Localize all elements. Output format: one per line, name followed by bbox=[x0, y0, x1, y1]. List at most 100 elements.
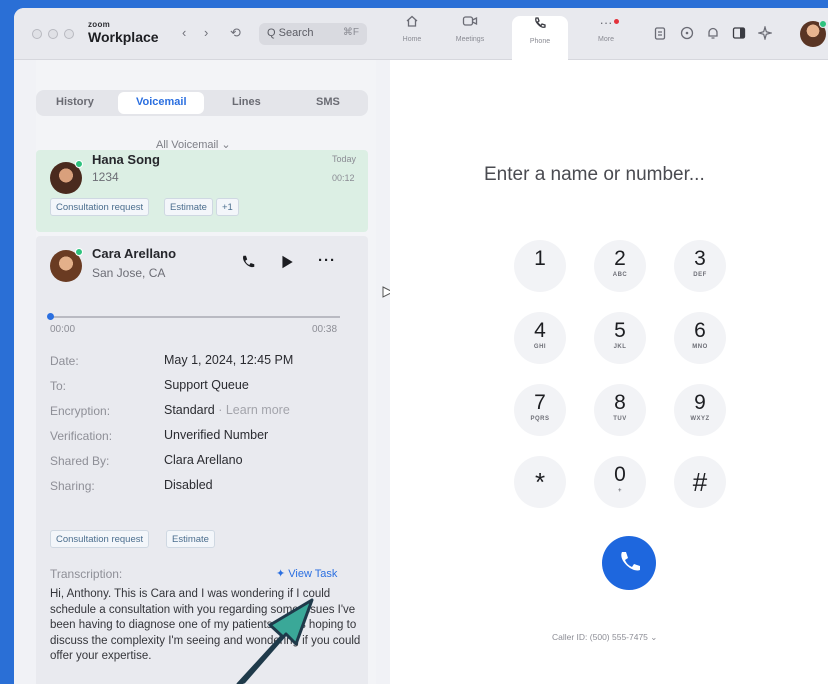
tab-meetings-label: Meetings bbox=[455, 36, 485, 43]
brand-logo: zoom Workplace bbox=[88, 20, 159, 45]
detail-value-sharing: Disabled bbox=[164, 478, 213, 492]
dial-key-hash[interactable]: # bbox=[674, 456, 726, 508]
back-icon[interactable]: ‹ bbox=[182, 25, 186, 40]
dial-key-digit: 5 bbox=[614, 319, 626, 342]
playback-progress-slider[interactable] bbox=[47, 313, 340, 320]
avatar bbox=[50, 248, 83, 282]
bell-icon[interactable] bbox=[706, 26, 720, 43]
sparkle-icon[interactable] bbox=[756, 24, 774, 43]
brand-small-text: zoom bbox=[88, 20, 111, 29]
help-icon[interactable] bbox=[680, 26, 694, 43]
tab-history[interactable]: History bbox=[56, 96, 94, 108]
dial-key-digit: 4 bbox=[534, 319, 546, 342]
dial-key-7[interactable]: 7 PQRS bbox=[514, 384, 566, 436]
dial-key-4[interactable]: 4 GHI bbox=[514, 312, 566, 364]
detail-value-shared-by: Clara Arellano bbox=[164, 453, 243, 467]
dial-key-star[interactable]: * bbox=[514, 456, 566, 508]
dial-key-digit: 3 bbox=[694, 247, 706, 270]
profile-avatar[interactable] bbox=[800, 20, 827, 47]
search-placeholder: Q Search bbox=[267, 27, 314, 39]
dial-key-8[interactable]: 8 TUV bbox=[594, 384, 646, 436]
forward-icon[interactable]: › bbox=[204, 25, 208, 40]
app-window: zoom Workplace ‹ › ⟲ Q Search ⌘F Home Me… bbox=[14, 8, 828, 684]
dial-key-digit: 8 bbox=[614, 391, 626, 414]
search-shortcut: ⌘F bbox=[342, 27, 359, 38]
encryption-value: Standard bbox=[164, 403, 215, 417]
dial-key-9[interactable]: 9 WXYZ bbox=[674, 384, 726, 436]
dial-key-letters: + bbox=[617, 488, 622, 494]
dial-key-1[interactable]: 1 bbox=[514, 240, 566, 292]
voicemail-item[interactable]: Hana Song 1234 Today 00:12 Consultation … bbox=[36, 150, 368, 232]
dial-key-3[interactable]: 3 DEF bbox=[674, 240, 726, 292]
video-icon bbox=[442, 14, 498, 32]
playback-current-time: 00:00 bbox=[50, 324, 76, 335]
close-window-button[interactable] bbox=[32, 29, 42, 39]
voicemail-duration: 00:12 bbox=[332, 173, 355, 183]
tab-phone[interactable]: Phone bbox=[512, 16, 568, 60]
tab-sms[interactable]: SMS bbox=[316, 96, 340, 108]
history-icon[interactable]: ⟲ bbox=[230, 25, 241, 41]
more-options-button[interactable]: ··· bbox=[318, 252, 336, 269]
dial-key-digit: 7 bbox=[534, 391, 546, 414]
view-task-link[interactable]: ✦ View Task bbox=[276, 567, 337, 580]
detail-value-verification: Unverified Number bbox=[164, 428, 269, 442]
transcription-label: Transcription: bbox=[50, 567, 123, 581]
dial-key-2[interactable]: 2 ABC bbox=[594, 240, 646, 292]
search-input[interactable]: Q Search ⌘F bbox=[259, 23, 367, 45]
play-button[interactable] bbox=[280, 254, 294, 274]
annotation-arrow-icon bbox=[236, 598, 314, 684]
minimize-window-button[interactable] bbox=[48, 29, 58, 39]
dial-key-letters: MNO bbox=[692, 344, 708, 350]
clipboard-icon[interactable] bbox=[654, 26, 666, 43]
tag-chip-more[interactable]: +1 bbox=[216, 198, 239, 216]
dial-key-5[interactable]: 5 JKL bbox=[594, 312, 646, 364]
detail-label: Date: bbox=[50, 354, 79, 368]
tab-meetings[interactable]: Meetings bbox=[442, 14, 498, 54]
dial-key-digit: 9 bbox=[694, 391, 706, 414]
caller-name: Cara Arellano bbox=[92, 246, 177, 261]
tag-chip[interactable]: Estimate bbox=[164, 198, 213, 216]
dial-key-digit: 0 bbox=[614, 463, 626, 486]
call-button[interactable] bbox=[602, 536, 656, 590]
zoom-window-button[interactable] bbox=[64, 29, 74, 39]
dial-key-0[interactable]: 0 + bbox=[594, 456, 646, 508]
caller-name: Hana Song bbox=[92, 152, 160, 167]
dialer-panel: Enter a name or number... 1 2 ABC 3 DEF 4 G… bbox=[390, 60, 828, 684]
caller-location: San Jose, CA bbox=[92, 266, 166, 280]
dial-key-letters: TUV bbox=[613, 416, 627, 422]
tab-more-label: More bbox=[598, 36, 614, 43]
detail-value-encryption: Standard · Learn more bbox=[164, 403, 290, 417]
avatar bbox=[50, 160, 83, 194]
detail-label: Sharing: bbox=[50, 479, 95, 493]
more-icon: ··· bbox=[599, 15, 613, 30]
dial-key-digit: * bbox=[534, 467, 546, 497]
side-panel-icon[interactable] bbox=[732, 26, 746, 43]
detail-label: To: bbox=[50, 379, 67, 393]
dial-key-letters: ABC bbox=[612, 272, 628, 278]
number-input[interactable]: Enter a name or number... bbox=[484, 164, 705, 186]
presence-online-icon bbox=[75, 248, 83, 256]
tag-chip[interactable]: Estimate bbox=[166, 530, 215, 548]
tag-chip[interactable]: Consultation request bbox=[50, 198, 150, 216]
detail-label: Encryption: bbox=[50, 404, 111, 418]
caller-id-dropdown[interactable]: Caller ID: (500) 555-7475 ⌄ bbox=[552, 632, 657, 643]
tab-more[interactable]: ··· More bbox=[578, 14, 634, 54]
tab-voicemail[interactable]: Voicemail bbox=[136, 96, 187, 108]
tab-lines[interactable]: Lines bbox=[232, 96, 261, 108]
learn-more-link[interactable]: · Learn more bbox=[215, 403, 290, 417]
dial-key-letters: WXYZ bbox=[690, 416, 710, 422]
title-bar: zoom Workplace ‹ › ⟲ Q Search ⌘F Home Me… bbox=[14, 8, 828, 60]
dial-key-digit: 1 bbox=[534, 247, 546, 270]
presence-online-icon bbox=[819, 20, 827, 28]
detail-label: Shared By: bbox=[50, 454, 110, 468]
dial-key-letters: DEF bbox=[693, 272, 707, 278]
tab-home-label: Home bbox=[402, 36, 422, 43]
call-back-button[interactable] bbox=[240, 254, 256, 274]
playback-handle[interactable] bbox=[47, 313, 54, 320]
playback-total-time: 00:38 bbox=[312, 324, 338, 335]
tag-chip[interactable]: Consultation request bbox=[50, 530, 150, 548]
tab-home[interactable]: Home bbox=[384, 14, 440, 54]
dial-key-digit: # bbox=[692, 467, 708, 497]
dial-key-digit: 6 bbox=[694, 319, 706, 342]
dial-key-6[interactable]: 6 MNO bbox=[674, 312, 726, 364]
